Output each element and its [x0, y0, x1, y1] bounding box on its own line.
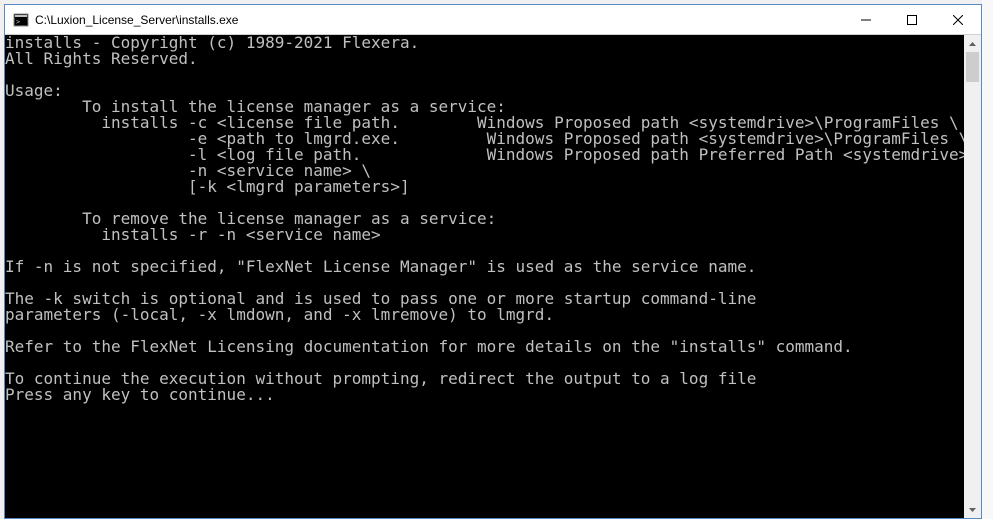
titlebar[interactable]: >_ C:\Luxion_License_Server\installs.exe	[5, 5, 981, 35]
window-controls	[843, 5, 981, 34]
minimize-button[interactable]	[843, 5, 889, 34]
window-title: C:\Luxion_License_Server\installs.exe	[35, 13, 843, 27]
maximize-button[interactable]	[889, 5, 935, 34]
console-window: >_ C:\Luxion_License_Server\installs.exe…	[4, 4, 982, 519]
background-app-sliver	[982, 0, 993, 519]
close-button[interactable]	[935, 5, 981, 34]
scroll-track[interactable]	[964, 52, 981, 501]
console-output[interactable]: installs - Copyright (c) 1989-2021 Flexe…	[5, 35, 964, 518]
scroll-up-button[interactable]	[964, 35, 981, 52]
client-area: installs - Copyright (c) 1989-2021 Flexe…	[5, 35, 981, 518]
vertical-scrollbar[interactable]	[964, 35, 981, 518]
console-app-icon: >_	[13, 12, 29, 28]
scroll-thumb[interactable]	[966, 52, 979, 82]
scroll-down-button[interactable]	[964, 501, 981, 518]
svg-text:>_: >_	[16, 18, 25, 26]
